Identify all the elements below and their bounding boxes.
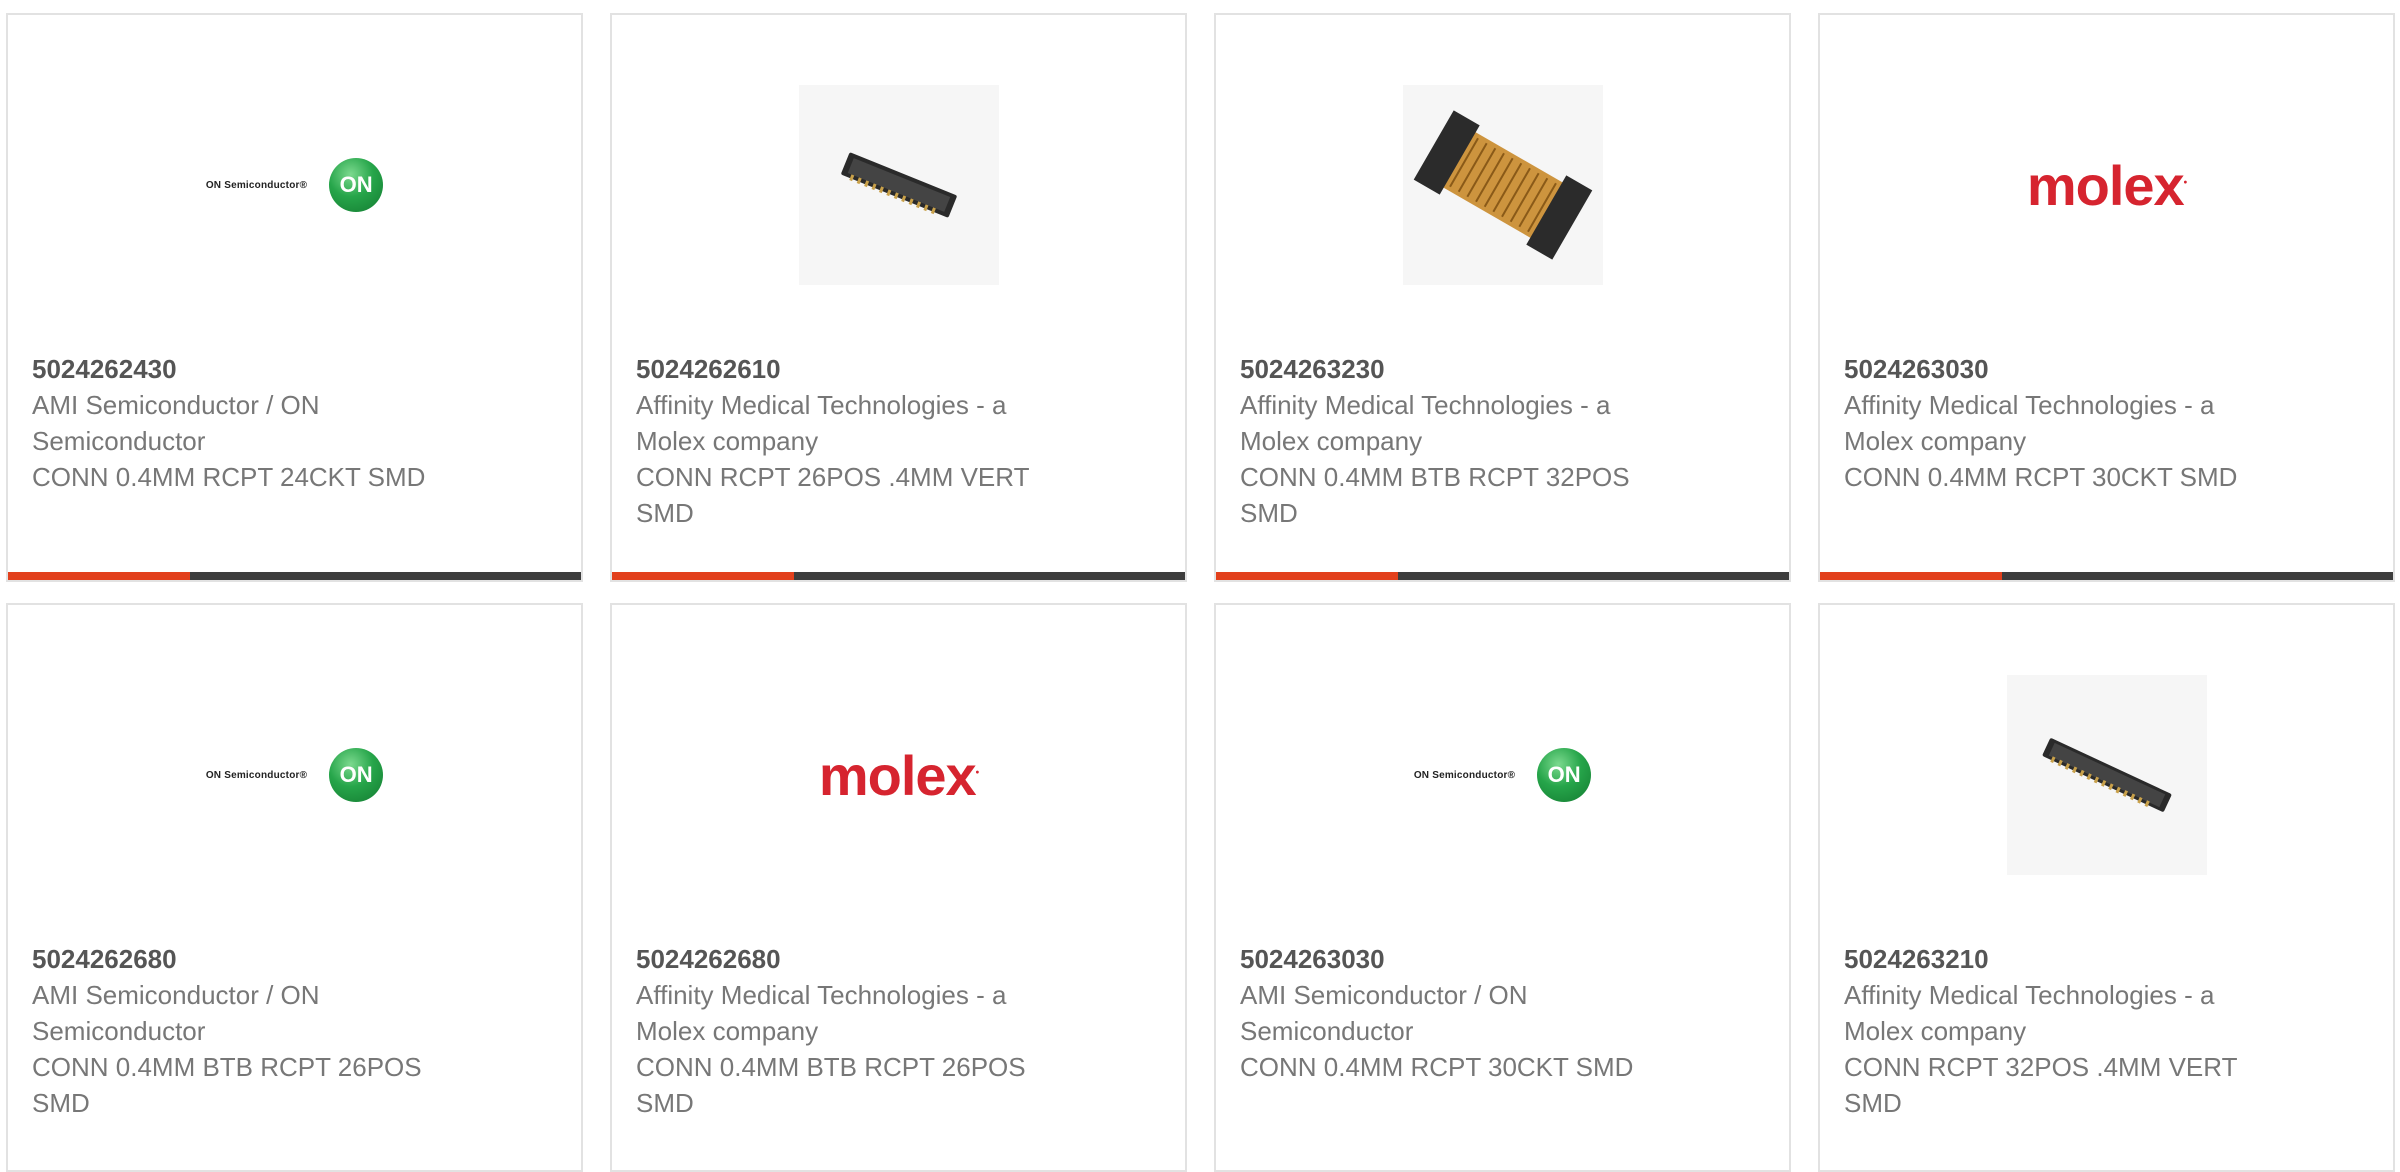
connector-photo (1402, 85, 1603, 285)
description: CONN 0.4MM RCPT 30CKT SMD (1240, 1052, 1634, 1082)
logo-badge: ON (329, 748, 384, 802)
description: CONN 0.4MM BTB RCPT 32POS SMD (1240, 462, 1630, 528)
connector-photo (798, 85, 999, 285)
molex-logo: molex• (818, 743, 979, 807)
logo-text: ON Semiconductor® (1413, 769, 1516, 781)
on-semiconductor-logo: ON Semiconductor® ON (205, 158, 384, 212)
logo-badge: ON (329, 158, 384, 212)
part-number[interactable]: 5024262430 (32, 351, 557, 387)
logo-badge: ON (1537, 748, 1592, 802)
part-number[interactable]: 5024262680 (32, 941, 557, 977)
description: CONN 0.4MM RCPT 30CKT SMD (1844, 462, 2238, 492)
description: CONN 0.4MM BTB RCPT 26POS SMD (32, 1052, 422, 1118)
manufacturer: AMI Semiconductor / ON Semiconductor (32, 980, 320, 1046)
part-number[interactable]: 5024263030 (1844, 351, 2369, 387)
product-image (1216, 15, 1789, 355)
description: CONN 0.4MM BTB RCPT 26POS SMD (636, 1052, 1026, 1118)
connector-photo (2006, 675, 2207, 875)
product-card[interactable]: molex• 5024263030 Affinity Medical Techn… (1818, 13, 2395, 582)
logo-text: molex (2026, 153, 2185, 217)
manufacturer: Affinity Medical Technologies - a Molex … (1240, 390, 1611, 456)
logo-text: ON Semiconductor® (205, 179, 308, 191)
part-number[interactable]: 5024262680 (636, 941, 1161, 977)
product-card[interactable]: 5024263210 Affinity Medical Technologies… (1818, 603, 2395, 1172)
manufacturer: AMI Semiconductor / ON Semiconductor (1240, 980, 1528, 1046)
part-number[interactable]: 5024263230 (1240, 351, 1765, 387)
product-image: ON Semiconductor® ON (1216, 605, 1789, 945)
manufacturer: Affinity Medical Technologies - a Molex … (636, 390, 1007, 456)
card-bar (1216, 572, 1789, 580)
product-card[interactable]: ON Semiconductor® ON 5024262680 AMI Semi… (6, 603, 583, 1172)
product-image (612, 15, 1185, 355)
manufacturer: AMI Semiconductor / ON Semiconductor (32, 390, 320, 456)
product-card[interactable]: 5024263230 Affinity Medical Technologies… (1214, 13, 1791, 582)
description: CONN RCPT 26POS .4MM VERT SMD (636, 462, 1029, 528)
product-card[interactable]: 5024262610 Affinity Medical Technologies… (610, 13, 1187, 582)
product-card[interactable]: ON Semiconductor® ON 5024263030 AMI Semi… (1214, 603, 1791, 1172)
product-image: molex• (612, 605, 1185, 945)
product-image: molex• (1820, 15, 2393, 355)
product-grid: ON Semiconductor® ON 5024262430 AMI Semi… (0, 0, 2400, 1172)
product-card[interactable]: ON Semiconductor® ON 5024262430 AMI Semi… (6, 13, 583, 582)
product-image (1820, 605, 2393, 945)
connector-icon (840, 152, 957, 218)
logo-text: ON Semiconductor® (205, 769, 308, 781)
product-card[interactable]: molex• 5024262680 Affinity Medical Techn… (610, 603, 1187, 1172)
product-image: ON Semiconductor® ON (8, 15, 581, 355)
on-semiconductor-logo: ON Semiconductor® ON (1413, 748, 1592, 802)
connector-icon (2042, 738, 2171, 812)
part-number[interactable]: 5024263210 (1844, 941, 2369, 977)
molex-logo: molex• (2026, 153, 2187, 217)
description: CONN RCPT 32POS .4MM VERT SMD (1844, 1052, 2237, 1118)
part-number[interactable]: 5024262610 (636, 351, 1161, 387)
part-number[interactable]: 5024263030 (1240, 941, 1765, 977)
card-bar (8, 572, 581, 580)
card-bar (612, 572, 1185, 580)
description: CONN 0.4MM RCPT 24CKT SMD (32, 462, 426, 492)
on-semiconductor-logo: ON Semiconductor® ON (205, 748, 384, 802)
manufacturer: Affinity Medical Technologies - a Molex … (1844, 980, 2215, 1046)
logo-text: molex (818, 743, 977, 807)
card-bar (1820, 572, 2393, 580)
manufacturer: Affinity Medical Technologies - a Molex … (1844, 390, 2215, 456)
connector-icon (1413, 110, 1592, 260)
product-image: ON Semiconductor® ON (8, 605, 581, 945)
manufacturer: Affinity Medical Technologies - a Molex … (636, 980, 1007, 1046)
